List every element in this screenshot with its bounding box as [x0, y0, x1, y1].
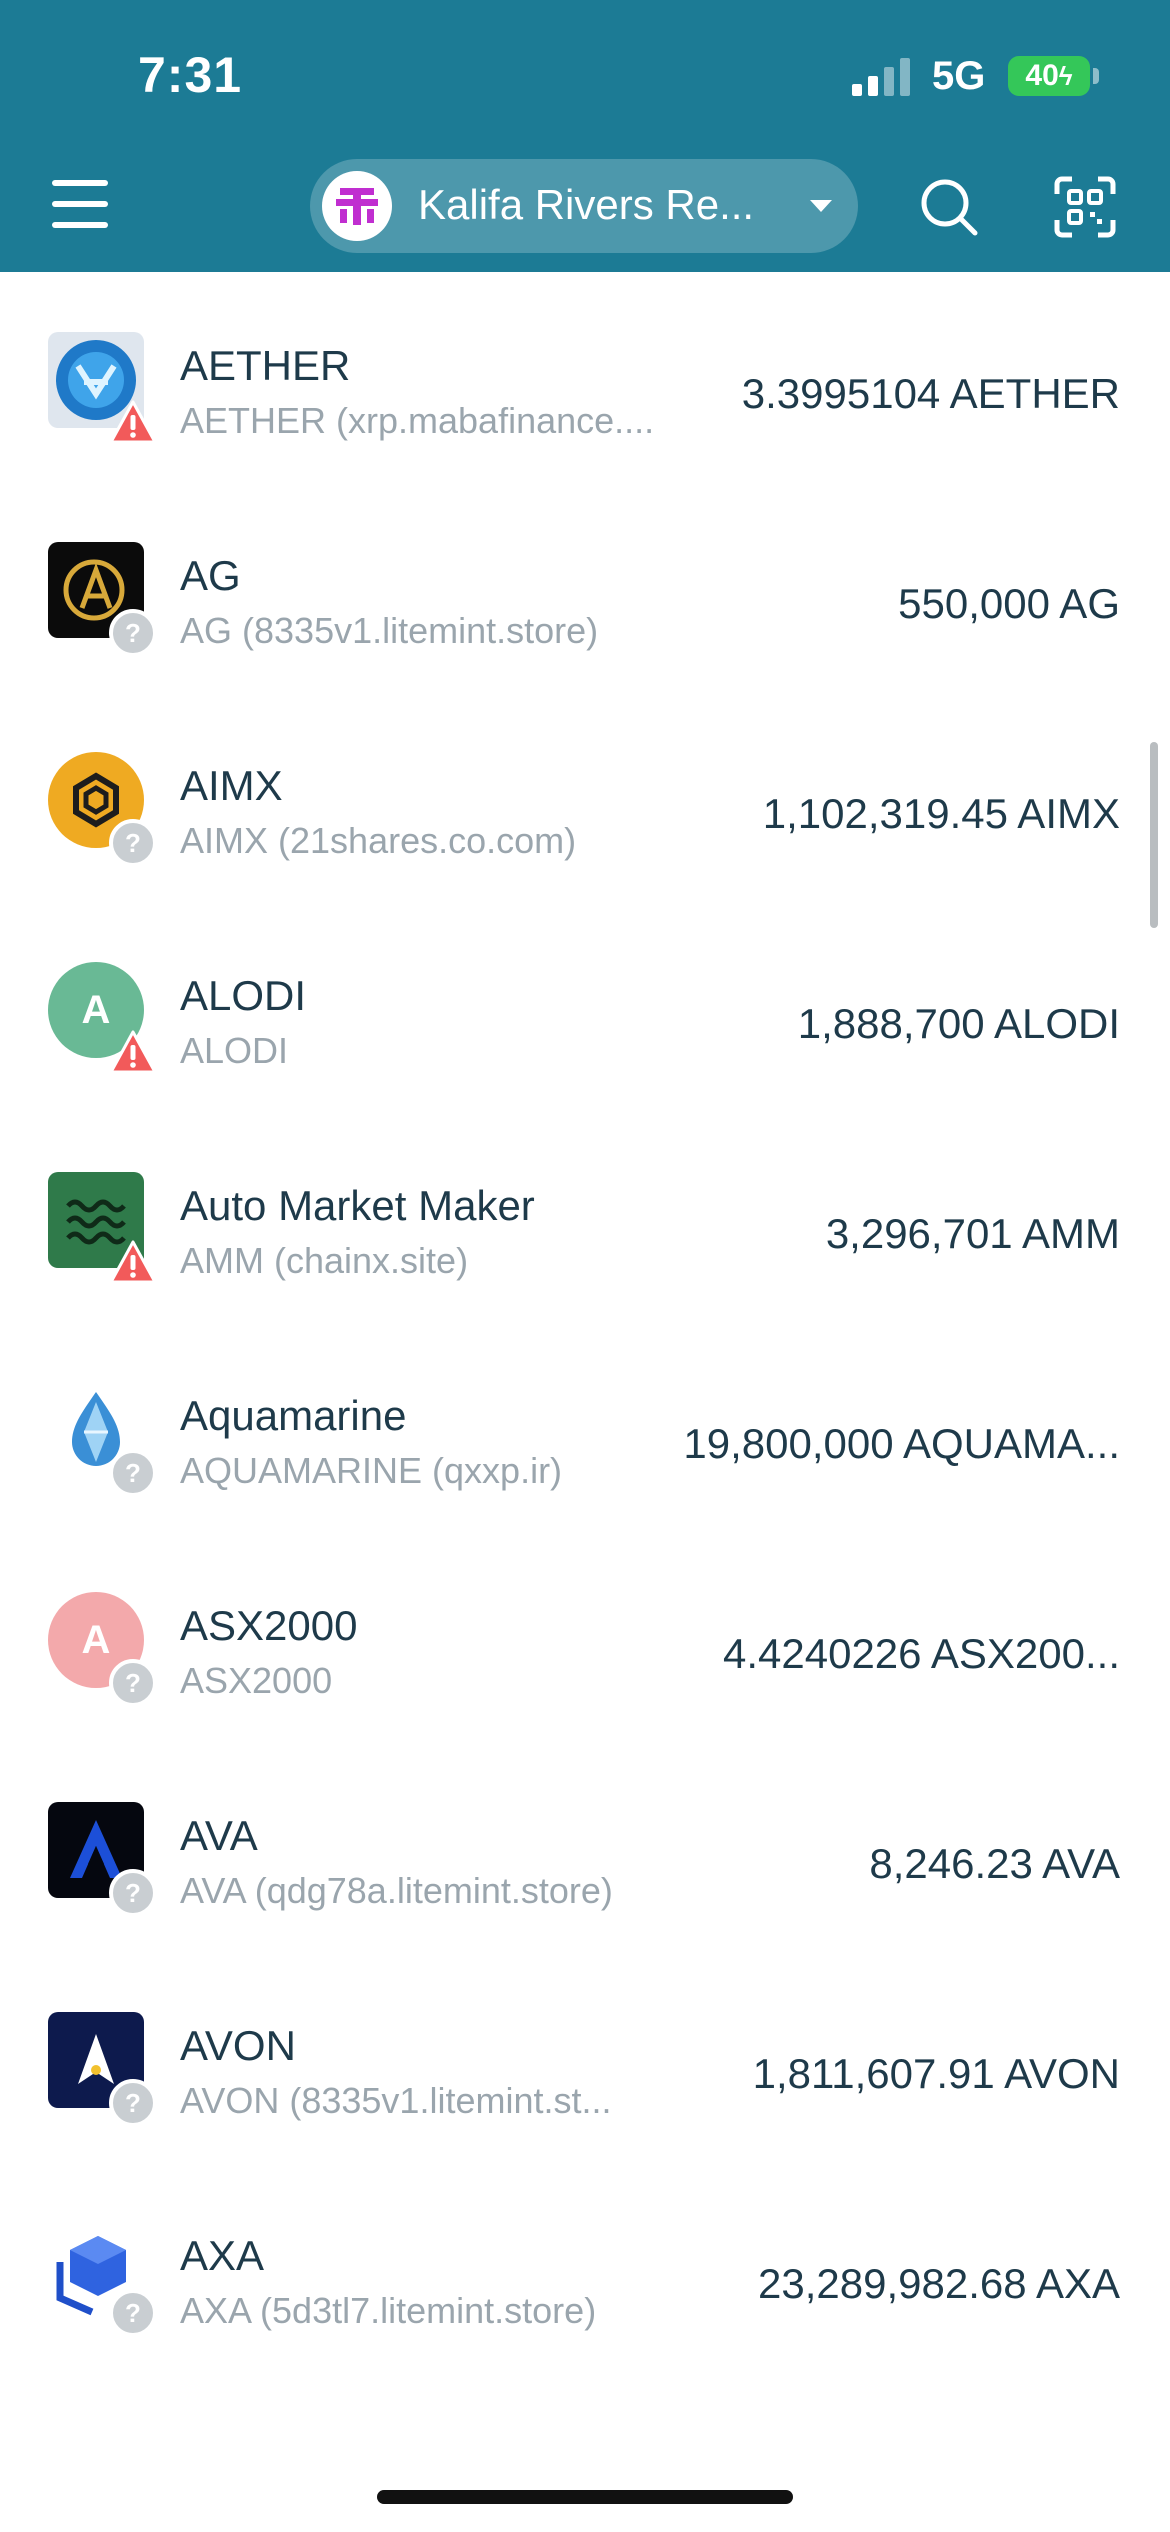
status-time: 7:31 — [138, 47, 243, 103]
token-issuer: AETHER (xrp.mabafinance.... — [180, 400, 655, 441]
scrollbar[interactable] — [1150, 742, 1158, 928]
warning-icon — [109, 1030, 157, 1074]
account-logo-icon — [322, 171, 392, 241]
token-issuer: AG (8335v1.litemint.store) — [180, 610, 599, 651]
wallet-screen: 7:31 5G 40 ϟ Kalifa Rivers Re... AETHER … — [0, 0, 1170, 2532]
token-issuer: AVON (8335v1.litemint.st... — [180, 2080, 612, 2121]
token-row[interactable]: ? AVA AVA (qdg78a.litemint.store) 8,246.… — [0, 1744, 1170, 1954]
battery-indicator: 40 ϟ — [1008, 56, 1090, 96]
hamburger-icon — [52, 180, 108, 186]
token-issuer: ALODI — [180, 1030, 289, 1071]
token-name: Auto Market Maker — [180, 1182, 535, 1229]
home-indicator[interactable] — [377, 2490, 793, 2504]
network-type: 5G — [932, 54, 986, 98]
token-name: AVA — [180, 1812, 258, 1859]
signal-icon — [852, 58, 910, 96]
token-balance: 1,888,700 ALODI — [797, 1000, 1120, 1047]
token-issuer: ASX2000 — [180, 1660, 333, 1701]
unknown-status-icon: ? — [109, 819, 157, 867]
token-issuer: AQUAMARINE (qxxp.ir) — [180, 1450, 563, 1491]
token-balance: 550,000 AG — [898, 580, 1120, 627]
token-issuer: AVA (qdg78a.litemint.store) — [180, 1870, 613, 1911]
battery-nub — [1093, 68, 1099, 84]
account-switcher[interactable]: Kalifa Rivers Re... — [310, 159, 858, 253]
token-name: ASX2000 — [180, 1602, 358, 1649]
token-row[interactable]: ? AVON AVON (8335v1.litemint.st... 1,811… — [0, 1954, 1170, 2164]
token-row[interactable]: ? AG AG (8335v1.litemint.store) 550,000 … — [0, 484, 1170, 694]
token-issuer: AMM (chainx.site) — [180, 1240, 469, 1281]
token-issuer: AIMX (21shares.co.com) — [180, 820, 577, 861]
search-icon[interactable] — [918, 176, 980, 238]
battery-level: 40 — [1025, 59, 1059, 92]
svg-text:?: ? — [125, 1668, 141, 1698]
token-balance: 23,289,982.68 AXA — [758, 2260, 1120, 2307]
token-balance: 1,102,319.45 AIMX — [762, 790, 1120, 837]
token-balance: 8,246.23 AVA — [869, 1840, 1120, 1887]
unknown-status-icon: ? — [109, 2289, 157, 2337]
app-header: 7:31 5G 40 ϟ Kalifa Rivers Re... — [0, 0, 1170, 272]
token-balance: 3,296,701 AMM — [825, 1210, 1120, 1257]
token-balance: 19,800,000 AQUAMA... — [683, 1420, 1120, 1467]
unknown-status-icon: ? — [109, 609, 157, 657]
token-name: Aquamarine — [180, 1392, 407, 1439]
token-balance: 3.3995104 AETHER — [741, 370, 1120, 417]
svg-text:?: ? — [125, 828, 141, 858]
unknown-status-icon: ? — [109, 1659, 157, 1707]
warning-icon — [109, 1240, 157, 1284]
token-row[interactable]: A ? ASX2000 ASX2000 4.4240226 ASX200... — [0, 1534, 1170, 1744]
token-balance: 4.4240226 ASX200... — [722, 1630, 1120, 1677]
warning-icon — [109, 400, 157, 444]
token-row[interactable]: ? Aquamarine AQUAMARINE (qxxp.ir) 19,800… — [0, 1324, 1170, 1534]
svg-text:?: ? — [125, 1878, 141, 1908]
token-name: AETHER — [180, 342, 351, 389]
unknown-status-icon: ? — [109, 1449, 157, 1497]
token-name: AG — [180, 552, 241, 599]
token-row[interactable]: AETHER AETHER (xrp.mabafinance.... 3.399… — [0, 274, 1170, 484]
token-letter: A — [81, 987, 111, 1032]
token-row[interactable]: ? AXA AXA (5d3tl7.litemint.store) 23,289… — [0, 2164, 1170, 2374]
token-issuer: AXA (5d3tl7.litemint.store) — [180, 2290, 597, 2331]
account-name: Kalifa Rivers Re... — [418, 181, 755, 228]
svg-text:?: ? — [125, 1458, 141, 1488]
token-name: AIMX — [180, 762, 283, 809]
token-name: AVON — [180, 2022, 296, 2069]
token-row[interactable]: ? AIMX AIMX (21shares.co.com) 1,102,319.… — [0, 694, 1170, 904]
token-row[interactable]: A ALODI ALODI 1,888,700 ALODI — [0, 904, 1170, 1114]
token-balance: 1,811,607.91 AVON — [752, 2050, 1120, 2097]
svg-text:?: ? — [125, 2088, 141, 2118]
token-name: AXA — [180, 2232, 265, 2279]
svg-text:?: ? — [125, 618, 141, 648]
token-letter: A — [81, 1617, 111, 1662]
token-row[interactable]: Auto Market Maker AMM (chainx.site) 3,29… — [0, 1114, 1170, 1324]
token-name: ALODI — [180, 972, 307, 1019]
qr-scan-icon[interactable] — [1054, 176, 1116, 238]
menu-button[interactable] — [52, 178, 112, 230]
token-list: AETHER AETHER (xrp.mabafinance.... 3.399… — [0, 174, 1170, 2374]
svg-text:?: ? — [125, 2298, 141, 2328]
chevron-down-icon — [810, 200, 832, 212]
unknown-status-icon: ? — [109, 1869, 157, 1917]
unknown-status-icon: ? — [109, 2079, 157, 2127]
charging-icon: ϟ — [1058, 60, 1073, 91]
